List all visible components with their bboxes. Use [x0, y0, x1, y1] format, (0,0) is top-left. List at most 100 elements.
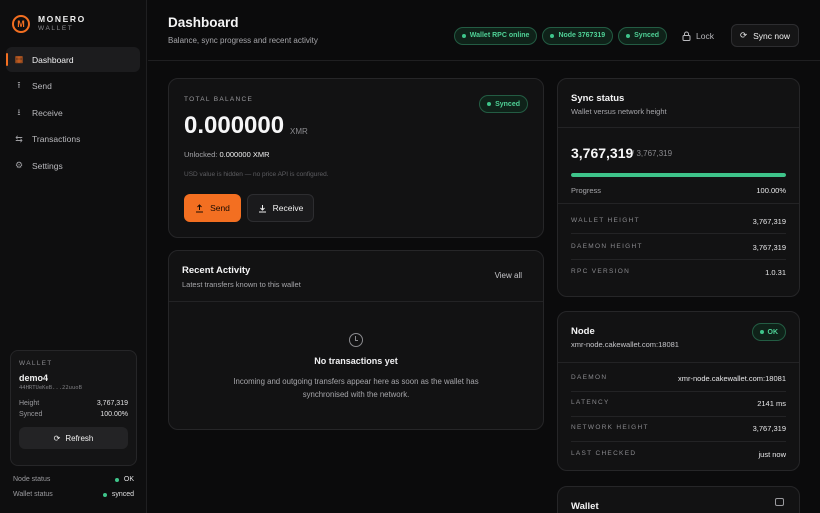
- wallet-status-value: synced: [111, 491, 134, 498]
- view-all-link[interactable]: View all: [495, 271, 522, 280]
- sidebar-nav: ▦ Dashboard ⭱ Send ⭳ Receive ⇆ Transacti…: [6, 47, 140, 180]
- sidebar-item-label: Dashboard: [32, 54, 74, 65]
- wallet-info-card: Wallet: [557, 486, 800, 513]
- badge-label: Wallet RPC online: [469, 32, 530, 39]
- brand: M MONERO WALLET: [12, 14, 86, 33]
- sync-progress-bar: [571, 173, 786, 177]
- divider: [558, 362, 799, 363]
- row-key: LAST CHECKED: [571, 450, 637, 457]
- wallet-card-label: WALLET: [19, 360, 53, 367]
- brand-name: MONERO: [38, 14, 86, 24]
- sidebar-item-label: Receive: [32, 107, 63, 118]
- row-key: LATENCY: [571, 399, 610, 406]
- row-value: 3,767,319: [752, 243, 786, 252]
- activity-title: Recent Activity: [182, 265, 251, 276]
- sync-icon: ⟳: [740, 30, 748, 40]
- row-value: 3,767,319: [752, 424, 786, 433]
- sync-title: Sync status: [571, 93, 625, 104]
- grid-icon: ▦: [14, 54, 24, 64]
- send-button[interactable]: Send: [184, 194, 241, 222]
- sidebar-item-label: Transactions: [32, 134, 81, 145]
- usd-note: USD value is hidden — no price API is co…: [184, 171, 329, 178]
- status-dot-icon: [114, 477, 119, 482]
- wallet-status-label: Wallet status: [13, 491, 53, 498]
- wallet-height-label: Height: [19, 400, 40, 407]
- status-dot-icon: [550, 33, 555, 38]
- sidebar-item-dashboard[interactable]: ▦ Dashboard: [6, 47, 140, 72]
- wallet-name: demo4: [19, 373, 49, 383]
- unlocked-label: Unlocked:: [184, 150, 218, 159]
- divider: [571, 391, 786, 392]
- latency-row: LATENCY 2141 ms: [571, 399, 786, 408]
- rpc-version-row: RPC VERSION 1.0.31: [571, 268, 786, 277]
- wallet-synced-label: Synced: [19, 411, 43, 418]
- status-dot-icon: [461, 33, 466, 38]
- page-title: Dashboard: [168, 15, 239, 30]
- refresh-icon: ⟳: [53, 433, 61, 443]
- sidebar-item-label: Settings: [32, 160, 63, 171]
- network-height-row: NETWORK HEIGHT 3,767,319: [571, 424, 786, 433]
- row-key: NETWORK HEIGHT: [571, 424, 649, 431]
- badge-label: Synced: [495, 100, 520, 108]
- progress-label: Progress: [571, 186, 602, 195]
- status-dot-icon: [487, 102, 492, 106]
- refresh-button[interactable]: ⟳ Refresh: [19, 427, 128, 449]
- balance-amount: 0.000000: [184, 112, 285, 139]
- empty-state-text: Incoming and outgoing transfers appear h…: [233, 377, 479, 399]
- monero-logo-icon: M: [12, 14, 30, 33]
- sidebar-item-send[interactable]: ⭱ Send: [6, 74, 140, 99]
- row-value: just now: [758, 450, 786, 459]
- receive-label: Receive: [272, 203, 304, 213]
- page-header: Dashboard Balance, sync progress and rec…: [148, 0, 820, 61]
- empty-state-title: No transactions yet: [314, 356, 398, 366]
- wallet-status-row: Wallet status synced: [13, 491, 134, 498]
- sidebar-item-transactions[interactable]: ⇆ Transactions: [6, 127, 140, 152]
- wallet-rpc-badge: Wallet RPC online: [453, 26, 538, 45]
- node-title: Node: [571, 326, 595, 337]
- sync-now-button[interactable]: ⟳ Sync now: [731, 24, 799, 47]
- sync-subtitle: Wallet versus network height: [571, 107, 667, 116]
- lock-icon: [682, 31, 691, 41]
- balance-label: TOTAL BALANCE: [184, 96, 254, 103]
- unlocked-balance: Unlocked: 0.000000 XMR: [184, 150, 270, 159]
- status-dot-icon: [626, 33, 631, 38]
- page-subtitle: Balance, sync progress and recent activi…: [168, 36, 318, 45]
- receive-button[interactable]: Receive: [247, 194, 314, 222]
- wallet-address: 44HRTUeKeB...22uuoB: [19, 385, 82, 391]
- sync-height: 3,767,319: [571, 145, 634, 161]
- wallet-height-row: Height 3,767,319: [19, 400, 128, 407]
- daemon-row: DAEMON xmr-node.cakewallet.com:18081: [571, 374, 786, 383]
- gear-icon: ⚙: [14, 160, 24, 171]
- lock-label: Lock: [696, 30, 715, 41]
- last-checked-row: LAST CHECKED just now: [571, 450, 786, 459]
- progress-row: Progress 100.00%: [571, 186, 786, 195]
- refresh-label: Refresh: [65, 433, 94, 443]
- sync-now-label: Sync now: [753, 30, 790, 41]
- sidebar-item-settings[interactable]: ⚙ Settings: [6, 153, 140, 178]
- clock-icon: [349, 333, 363, 347]
- lock-button[interactable]: Lock: [672, 31, 726, 41]
- sidebar-item-receive[interactable]: ⭳ Receive: [6, 100, 140, 125]
- node-height-badge: Node 3767319: [542, 26, 614, 45]
- sync-status-card: Sync status Wallet versus network height…: [557, 78, 800, 297]
- status-dot-icon: [102, 492, 107, 497]
- balance-card: TOTAL BALANCE 0.000000 XMR Unlocked: 0.0…: [168, 78, 544, 238]
- recent-activity-card: Recent Activity Latest transfers known t…: [168, 250, 544, 430]
- row-key: DAEMON HEIGHT: [571, 243, 643, 250]
- brand-subtitle: WALLET: [38, 25, 74, 32]
- node-status-label: Node status: [13, 476, 51, 483]
- daemon-height-row: DAEMON HEIGHT 3,767,319: [571, 243, 786, 252]
- row-key: RPC VERSION: [571, 268, 631, 275]
- row-value: xmr-node.cakewallet.com:18081: [678, 374, 786, 383]
- wallet-synced-row: Synced 100.00%: [19, 411, 128, 418]
- row-value: 3,767,319: [752, 217, 786, 226]
- sync-total-height: / 3,767,319: [632, 149, 673, 158]
- divider: [571, 259, 786, 260]
- wallet-height-row: WALLET HEIGHT 3,767,319: [571, 217, 786, 226]
- balance-unit: XMR: [290, 127, 308, 136]
- download-icon: [258, 204, 266, 212]
- badge-label: OK: [767, 328, 779, 336]
- unlocked-value: 0.000000 XMR: [219, 150, 270, 159]
- row-value: 1.0.31: [765, 268, 786, 277]
- badge-label: Synced: [634, 32, 660, 39]
